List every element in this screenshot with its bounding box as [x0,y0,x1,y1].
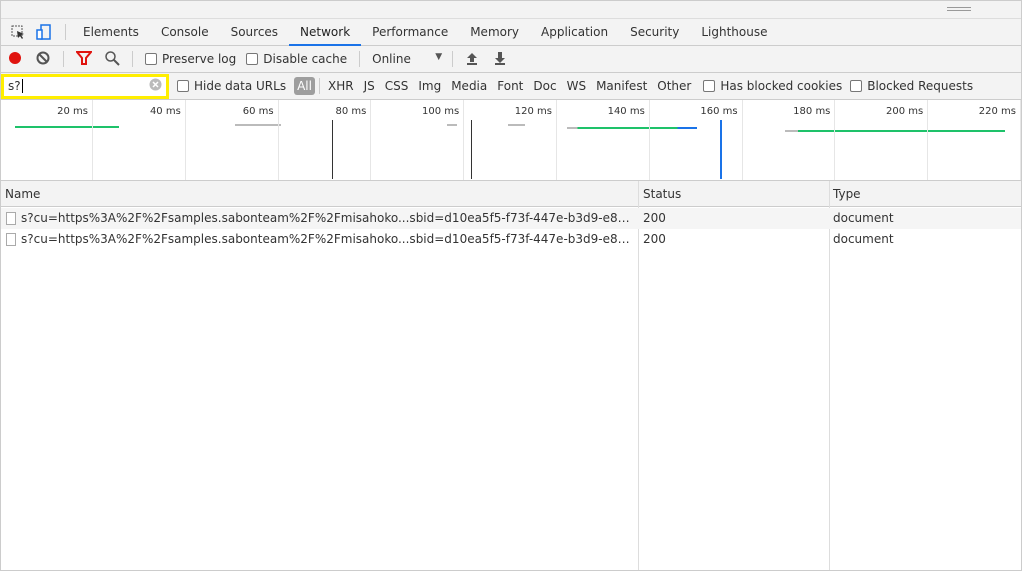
tab-elements[interactable]: Elements [72,19,150,46]
preserve-log-checkbox[interactable]: Preserve log [145,52,236,66]
type-js[interactable]: JS [360,78,379,94]
timeline-tick-label: 200 ms [885,106,924,117]
type-font[interactable]: Font [493,78,527,94]
divider [132,51,133,67]
divider [359,51,361,67]
timeline-tick-label: 100 ms [421,106,460,117]
document-icon [6,212,16,225]
timeline-gridline [834,100,836,180]
type-img[interactable]: Img [414,78,445,94]
timeline-tick-label: 220 ms [978,106,1016,117]
has-blocked-cookies-checkbox[interactable]: Has blocked cookies [703,79,842,93]
column-status[interactable]: Status [639,181,681,207]
record-icon[interactable] [7,50,23,69]
throttling-select[interactable]: Online ▼ [372,52,442,66]
timeline-tick-label: 120 ms [514,106,552,117]
divider [63,51,64,67]
tab-network[interactable]: Network [289,19,362,46]
drag-handle-icon[interactable] [947,7,971,11]
column-name[interactable]: Name [1,181,40,207]
finish-line [720,120,722,179]
disable-cache-checkbox[interactable]: Disable cache [246,52,347,66]
type-all[interactable]: All [294,77,315,95]
filter-input[interactable]: s? [1,73,169,99]
divider [318,78,320,94]
timeline-gridline [648,100,650,180]
tab-performance[interactable]: Performance [361,19,459,46]
timeline-tick-label: 20 ms [57,106,88,117]
timeline-tick-label: 140 ms [607,106,645,117]
timeline-bar [15,126,119,128]
divider [452,51,454,67]
clear-filter-icon[interactable] [149,78,162,94]
column-type[interactable]: Type [829,181,861,207]
type-media[interactable]: Media [447,78,491,94]
tab-memory[interactable]: Memory [459,19,530,46]
import-har-icon[interactable] [465,51,479,68]
inspect-element-icon[interactable] [7,21,29,43]
export-har-icon[interactable] [493,51,507,68]
load-event-line [471,120,472,179]
timeline-gridline [927,100,929,180]
timeline-gridline [1020,100,1021,180]
tab-sources[interactable]: Sources [220,19,289,46]
request-status: 200 [643,211,666,225]
timeline-tick-label: 60 ms [242,106,274,117]
request-name: s?cu=https%3A%2F%2Fsamples.sabonteam%2F%… [21,232,634,246]
tab-application[interactable]: Application [530,19,619,46]
timeline-tick-label: 40 ms [149,106,181,117]
request-name: s?cu=https%3A%2F%2Fsamples.sabonteam%2F%… [21,211,634,225]
timeline-bar [447,124,457,126]
timeline-gridline [463,100,465,180]
timeline-bar [235,124,281,126]
request-type: document [833,211,894,225]
title-bar [1,1,1021,19]
filter-icon[interactable] [74,50,94,69]
hide-data-urls-checkbox[interactable]: Hide data URLs [177,79,286,93]
search-icon[interactable] [104,50,120,69]
timeline-gridline [370,100,372,180]
clear-icon[interactable] [35,50,51,69]
table-row[interactable]: s?cu=https%3A%2F%2Fsamples.sabonteam%2F%… [1,229,1021,250]
tab-console[interactable]: Console [150,19,220,46]
dom-content-loaded-line [332,120,333,179]
tab-security[interactable]: Security [619,19,690,46]
timeline-bar [567,127,697,129]
timeline-tick-label: 180 ms [793,106,831,117]
blocked-requests-checkbox[interactable]: Blocked Requests [850,79,973,93]
table-row[interactable]: s?cu=https%3A%2F%2Fsamples.sabonteam%2F%… [1,208,1021,229]
type-doc[interactable]: Doc [529,78,560,94]
request-status: 200 [643,232,666,246]
timeline-bar [785,130,1005,132]
type-xhr[interactable]: XHR [324,78,358,94]
timeline-gridline [277,100,279,180]
timeline-tick-label: 160 ms [700,106,738,117]
request-type: document [833,232,894,246]
timeline-gridline [184,100,186,180]
dropdown-arrow-icon: ▼ [435,52,443,62]
divider [65,24,66,40]
timeline-tick-label: 80 ms [335,106,367,117]
tab-lighthouse[interactable]: Lighthouse [690,19,778,46]
document-icon [6,233,16,246]
requests-table-header: Name Status Type [1,181,1021,207]
resource-type-filters: All XHR JS CSS Img Media Font Doc WS Man… [294,77,695,95]
timeline-gridline [92,100,93,180]
filter-bar: s? Hide data URLs All XHR JS CSS Img Med… [1,73,1021,100]
network-toolbar: Preserve log Disable cache Online ▼ [1,46,1021,73]
type-manifest[interactable]: Manifest [592,78,651,94]
timeline-gridline [556,100,557,180]
type-css[interactable]: CSS [381,78,413,94]
timeline-gridline [741,100,743,180]
timeline-bar [508,124,525,126]
devtools-tabs: Elements Console Sources Network Perform… [1,19,1021,46]
type-other[interactable]: Other [653,78,695,94]
type-ws[interactable]: WS [563,78,590,94]
device-toolbar-icon[interactable] [33,21,55,43]
network-overview-timeline[interactable]: 20 ms 40 ms 60 ms 80 ms 100 ms 120 ms 140 ms 16… [1,100,1021,181]
